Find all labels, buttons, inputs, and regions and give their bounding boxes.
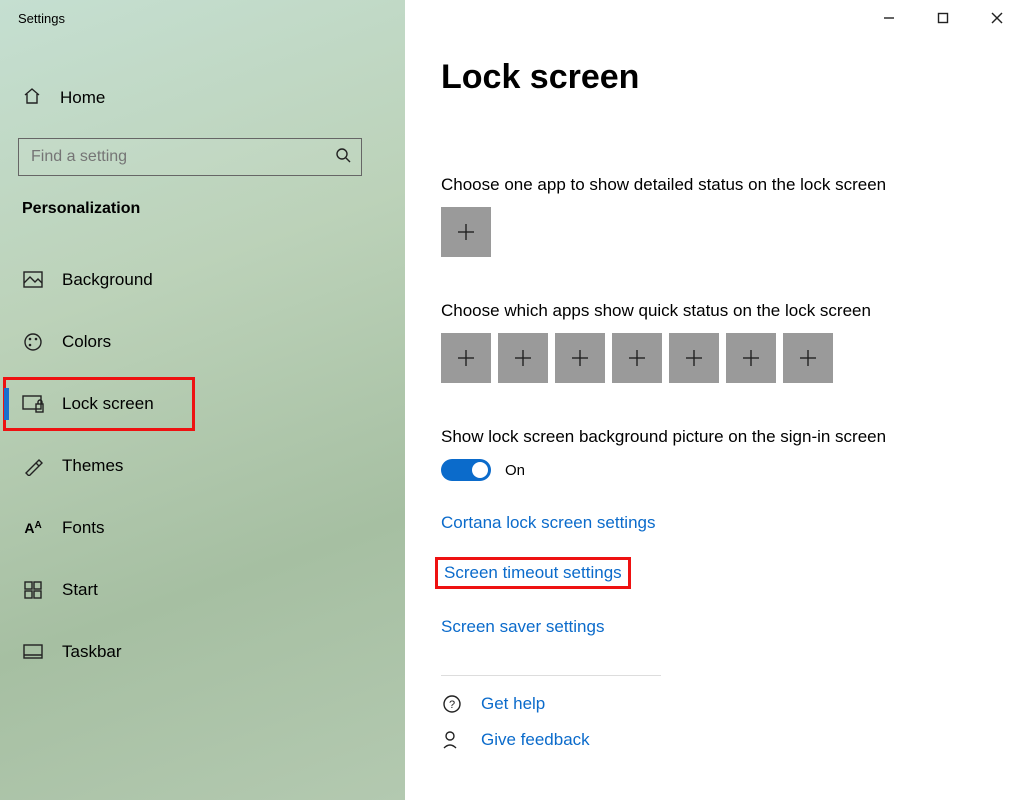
maximize-button[interactable] xyxy=(916,0,970,36)
add-quick-status-app[interactable] xyxy=(555,333,605,383)
get-help-link[interactable]: Get help xyxy=(481,694,545,714)
screen-timeout-link[interactable]: Screen timeout settings xyxy=(444,563,622,583)
add-quick-status-app[interactable] xyxy=(783,333,833,383)
settings-window: Settings Home Personalization Backgro xyxy=(0,0,1024,800)
sidebar: Settings Home Personalization Backgro xyxy=(0,0,405,800)
detailed-status-label: Choose one app to show detailed status o… xyxy=(441,175,1024,195)
start-icon xyxy=(22,581,44,599)
help-icon: ? xyxy=(441,694,463,714)
home-label: Home xyxy=(60,88,105,108)
feedback-icon xyxy=(441,730,463,750)
add-quick-status-app[interactable] xyxy=(498,333,548,383)
themes-icon xyxy=(22,456,44,476)
add-quick-status-app[interactable] xyxy=(726,333,776,383)
palette-icon xyxy=(22,332,44,352)
divider xyxy=(441,675,661,676)
page-title: Lock screen xyxy=(441,58,1024,97)
cortana-settings-link[interactable]: Cortana lock screen settings xyxy=(441,513,656,533)
signin-bg-toggle-row: On xyxy=(441,459,1024,481)
search-input[interactable] xyxy=(29,147,309,167)
add-quick-status-app[interactable] xyxy=(441,333,491,383)
sidebar-item-label: Background xyxy=(62,270,153,290)
window-controls xyxy=(862,0,1024,36)
sidebar-item-fonts[interactable]: AA Fonts xyxy=(0,502,405,554)
screen-saver-link[interactable]: Screen saver settings xyxy=(441,617,604,637)
nav-list: Background Colors Lock screen Themes xyxy=(0,254,405,678)
search-icon xyxy=(335,147,351,167)
sidebar-item-taskbar[interactable]: Taskbar xyxy=(0,626,405,678)
add-quick-status-app[interactable] xyxy=(612,333,662,383)
sidebar-item-label: Start xyxy=(62,580,98,600)
sidebar-item-colors[interactable]: Colors xyxy=(0,316,405,368)
sidebar-item-label: Themes xyxy=(62,456,123,476)
sidebar-item-themes[interactable]: Themes xyxy=(0,440,405,492)
home-nav[interactable]: Home xyxy=(0,72,405,124)
minimize-button[interactable] xyxy=(862,0,916,36)
detailed-status-row xyxy=(441,207,1024,257)
lock-screen-icon xyxy=(22,395,44,413)
give-feedback-row: Give feedback xyxy=(441,730,1024,750)
home-icon xyxy=(22,86,42,111)
sidebar-item-start[interactable]: Start xyxy=(0,564,405,616)
sidebar-item-label: Lock screen xyxy=(62,394,154,414)
title-bar: Settings xyxy=(0,0,405,36)
section-header: Personalization xyxy=(0,200,405,236)
picture-icon xyxy=(22,271,44,289)
content-pane: Lock screen Choose one app to show detai… xyxy=(405,0,1024,800)
screen-timeout-highlight: Screen timeout settings xyxy=(435,557,631,589)
signin-bg-toggle[interactable] xyxy=(441,459,491,481)
quick-status-label: Choose which apps show quick status on t… xyxy=(441,301,1024,321)
sidebar-item-label: Fonts xyxy=(62,518,105,538)
add-quick-status-app[interactable] xyxy=(669,333,719,383)
sidebar-item-lock-screen[interactable]: Lock screen xyxy=(4,378,194,430)
get-help-row: ? Get help xyxy=(441,694,1024,714)
give-feedback-link[interactable]: Give feedback xyxy=(481,730,590,750)
close-button[interactable] xyxy=(970,0,1024,36)
svg-text:?: ? xyxy=(449,699,455,711)
signin-bg-toggle-state: On xyxy=(505,462,525,479)
search-box[interactable] xyxy=(18,138,362,176)
fonts-icon: AA xyxy=(22,520,44,536)
quick-status-row xyxy=(441,333,1024,383)
sidebar-item-background[interactable]: Background xyxy=(0,254,405,306)
window-title: Settings xyxy=(18,11,65,26)
add-detailed-status-app[interactable] xyxy=(441,207,491,257)
signin-bg-label: Show lock screen background picture on t… xyxy=(441,427,1024,447)
sidebar-item-label: Taskbar xyxy=(62,642,122,662)
search-row xyxy=(18,138,387,176)
taskbar-icon xyxy=(22,644,44,660)
sidebar-item-label: Colors xyxy=(62,332,111,352)
